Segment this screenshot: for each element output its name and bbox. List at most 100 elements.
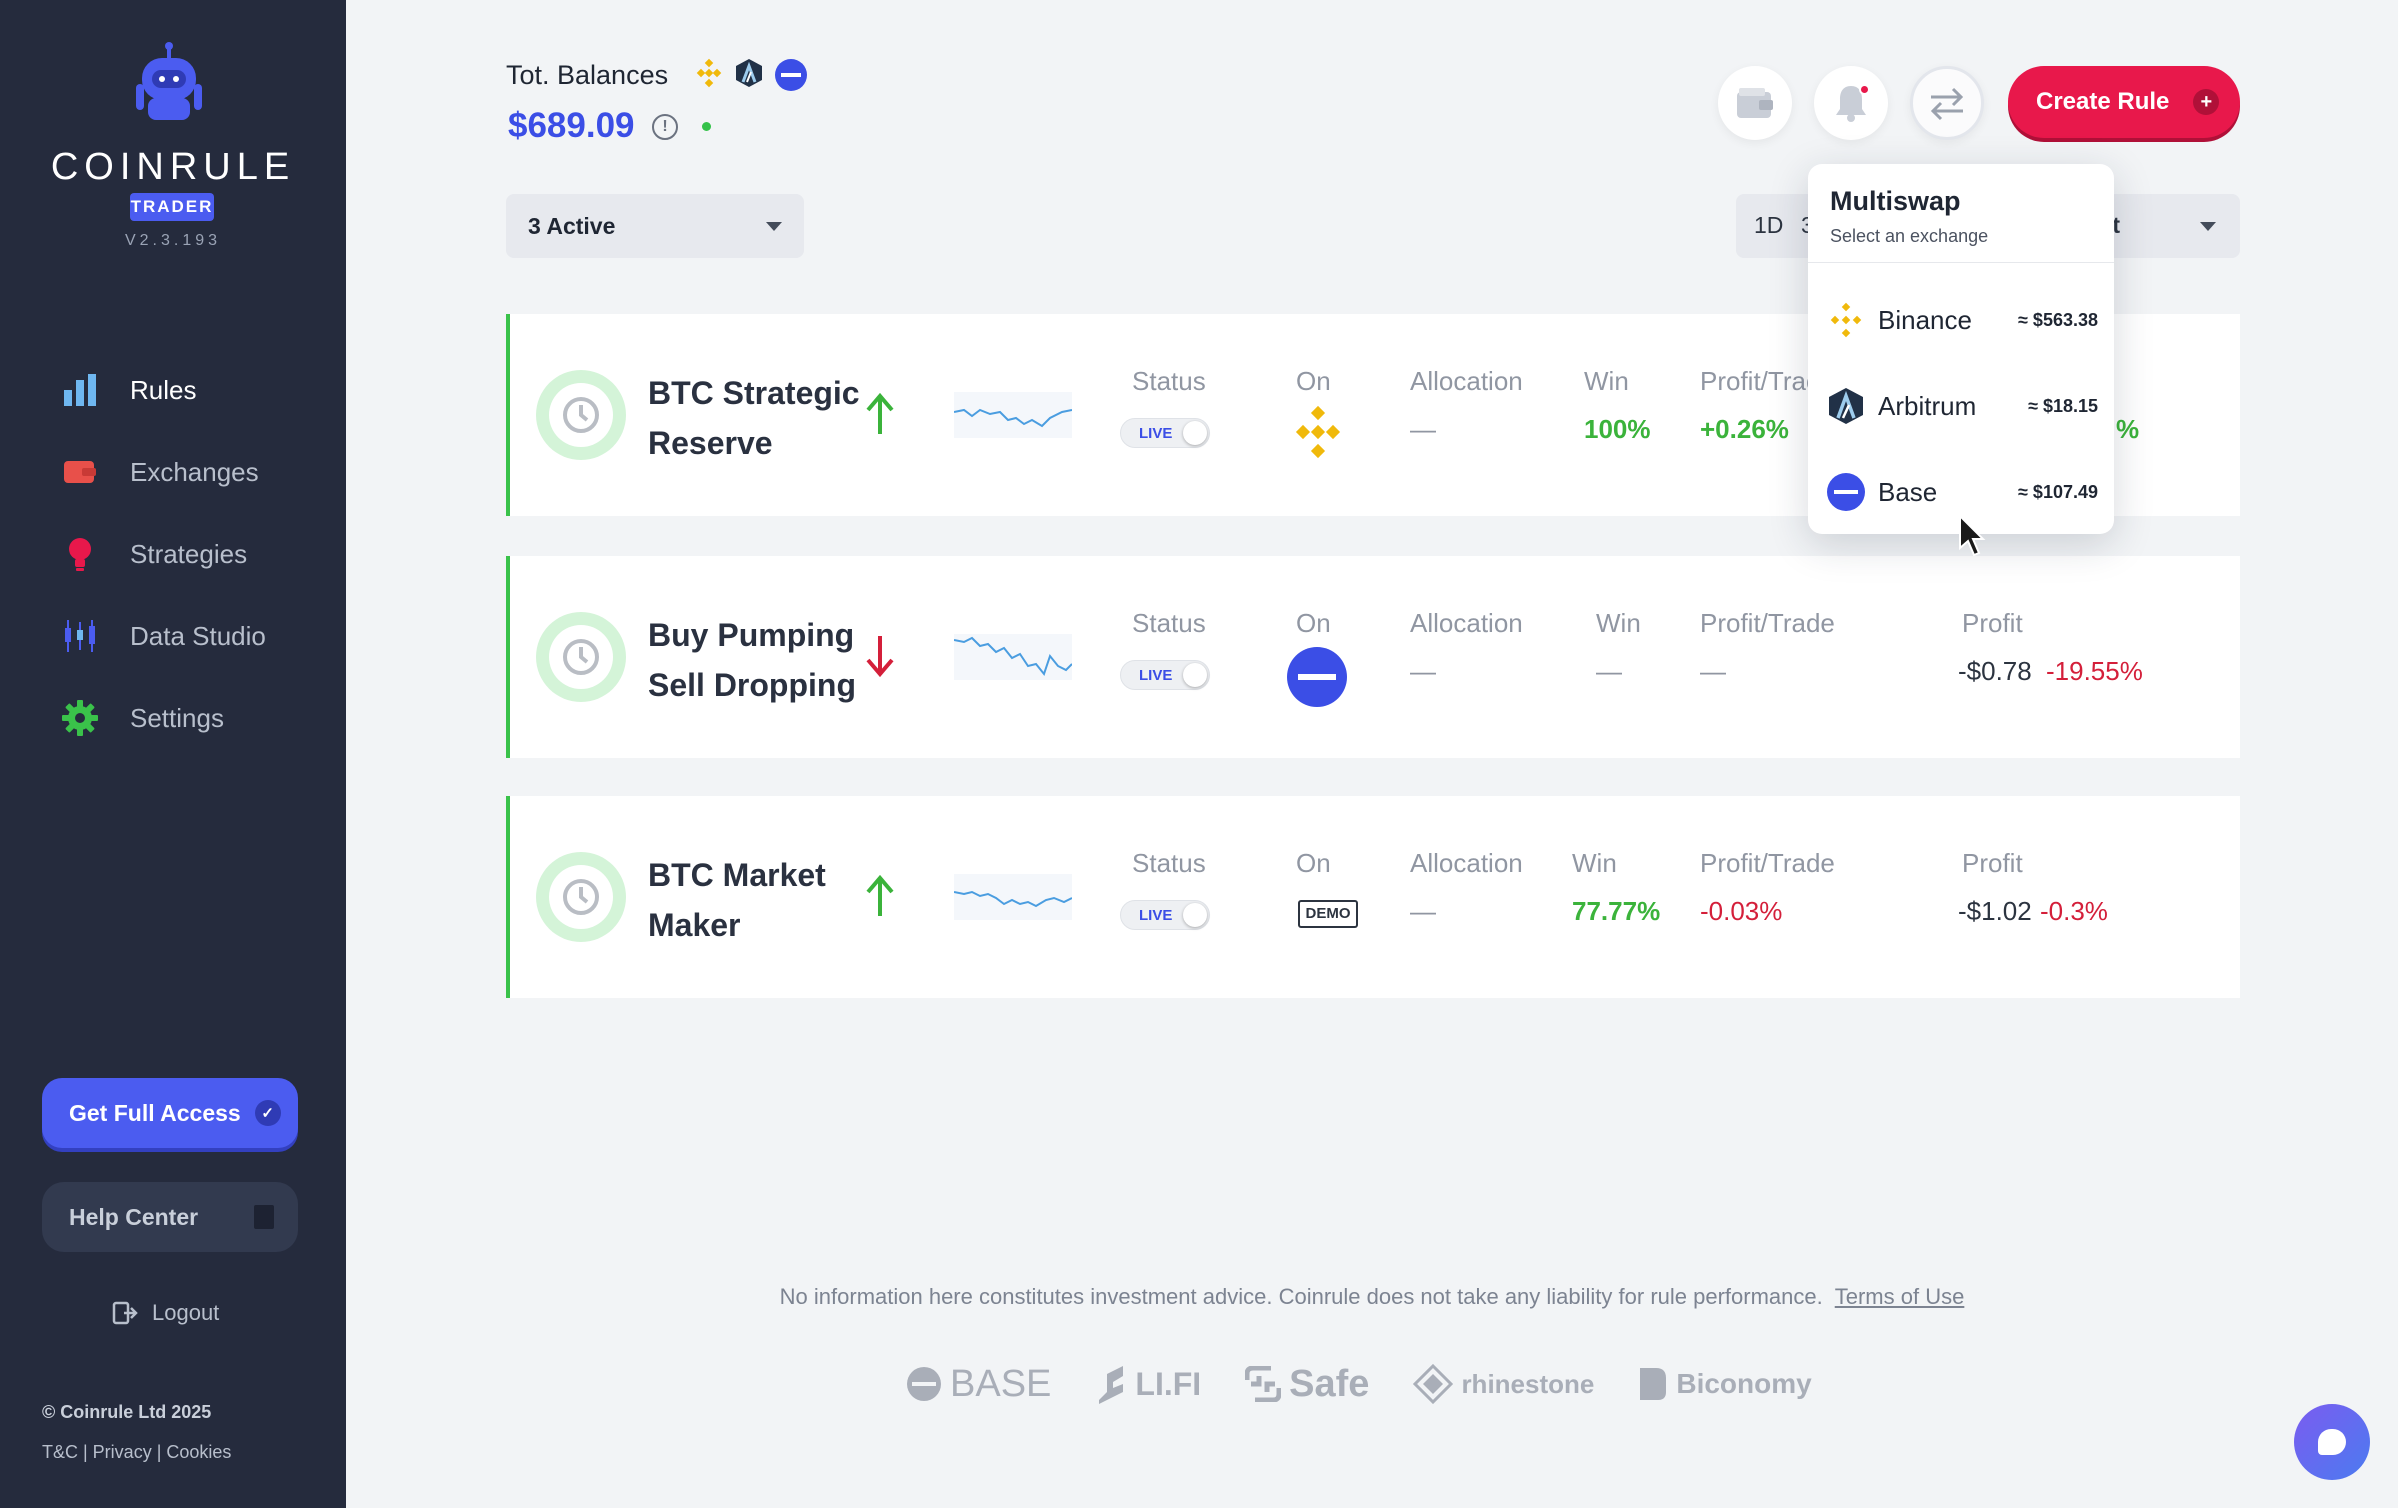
book-icon: [254, 1205, 274, 1229]
bar-chart-icon: [62, 372, 98, 408]
rule-toggle[interactable]: LIVE: [1120, 900, 1210, 930]
chat-support-button[interactable]: [2294, 1404, 2370, 1480]
profit-trade-header: Profit/Trade: [1700, 848, 1835, 879]
nav-item-rules[interactable]: Rules: [62, 370, 196, 410]
profit-pct-value: -19.55%: [2046, 656, 2143, 687]
multiswap-option-base[interactable]: Base ≈ $107.49: [1826, 468, 2098, 516]
win-header: Win: [1572, 848, 1617, 879]
rule-card[interactable]: Buy Pumping Sell Dropping Status LIVE On…: [506, 556, 2240, 758]
allocation-value: —: [1410, 414, 1436, 445]
plus-icon: +: [2193, 89, 2219, 115]
on-header: On: [1296, 848, 1331, 879]
arrow-down-icon: [862, 634, 898, 678]
legal-links[interactable]: T&C | Privacy | Cookies: [42, 1442, 231, 1463]
copyright: © Coinrule Ltd 2025: [42, 1402, 211, 1423]
live-label: LIVE: [1139, 907, 1172, 924]
wallet-button[interactable]: [1718, 66, 1792, 140]
rule-card[interactable]: BTC Market Maker Status LIVE On DEMO All…: [506, 796, 2240, 998]
balance-exchange-icons: [694, 58, 808, 92]
profit-trade-value: +0.26%: [1700, 414, 1789, 445]
nav-item-data-studio[interactable]: Data Studio: [62, 616, 266, 656]
robot-logo-icon: [136, 40, 202, 130]
multiswap-button[interactable]: [1910, 66, 1984, 140]
nav-item-strategies[interactable]: Strategies: [62, 534, 247, 574]
rule-toggle[interactable]: LIVE: [1120, 660, 1210, 690]
partner-name: LI.FI: [1135, 1366, 1201, 1403]
arrow-up-icon: [862, 874, 898, 918]
get-full-access-button[interactable]: Get Full Access ✓: [42, 1078, 298, 1148]
profit-pct-partial: %: [2116, 414, 2139, 445]
exchange-name: Arbitrum: [1878, 391, 2028, 422]
arbitrum-icon: [1826, 386, 1866, 426]
allocation-header: Allocation: [1410, 608, 1523, 639]
partner-lifi: LI.FI: [1095, 1364, 1201, 1404]
sparkline-chart: [954, 392, 1072, 438]
multiswap-subtitle: Select an exchange: [1830, 226, 1988, 247]
info-icon[interactable]: !: [652, 114, 678, 140]
status-header: Status: [1132, 366, 1206, 397]
check-icon: ✓: [255, 1100, 281, 1126]
exchange-name: Base: [1878, 477, 2018, 508]
terms-of-use-link[interactable]: Terms of Use: [1835, 1284, 1965, 1309]
profit-trade-header: Profit/Trac: [1700, 366, 1819, 397]
win-header: Win: [1596, 608, 1641, 639]
live-label: LIVE: [1139, 667, 1172, 684]
exchange-balance: ≈ $563.38: [2018, 310, 2098, 331]
exchange-name: Binance: [1878, 305, 2018, 336]
disclaimer-text: No information here constitutes investme…: [780, 1284, 1823, 1309]
partner-base: BASE: [906, 1363, 1051, 1406]
clock-icon: [561, 637, 601, 677]
range-1d-option[interactable]: 1D: [1754, 212, 1783, 239]
status-header: Status: [1132, 608, 1206, 639]
help-center-button[interactable]: Help Center: [42, 1182, 298, 1252]
multiswap-option-arbitrum[interactable]: Arbitrum ≈ $18.15: [1826, 382, 2098, 430]
brand-name: COINRULE: [0, 146, 346, 189]
create-rule-label: Create Rule: [2036, 88, 2169, 116]
lightbulb-icon: [62, 536, 98, 572]
rule-name[interactable]: BTC Market Maker: [648, 850, 868, 950]
notifications-button[interactable]: [1814, 66, 1888, 140]
profit-abs-value: -$1.02: [1958, 896, 2032, 927]
help-center-label: Help Center: [69, 1204, 198, 1231]
binance-icon: [1290, 404, 1346, 460]
partner-logos: BASE LI.FI Safe rhinestone Biconomy: [906, 1358, 1812, 1410]
rule-name[interactable]: Buy Pumping Sell Dropping: [648, 610, 868, 710]
chevron-down-icon[interactable]: [2200, 222, 2216, 231]
divider: [1808, 262, 2114, 263]
active-filter-select[interactable]: 3 Active: [506, 194, 804, 258]
total-balances-label: Tot. Balances: [506, 60, 668, 91]
base-icon: [774, 58, 808, 92]
mouse-cursor-icon: [1958, 514, 1986, 558]
status-header: Status: [1132, 848, 1206, 879]
create-rule-button[interactable]: Create Rule +: [2008, 66, 2240, 138]
base-icon: [1826, 472, 1866, 512]
nav-item-settings[interactable]: Settings: [62, 698, 224, 738]
profit-trade-value: -0.03%: [1700, 896, 1782, 927]
on-header: On: [1296, 608, 1331, 639]
nav-item-label: Strategies: [130, 539, 247, 570]
exchange-balance: ≈ $18.15: [2028, 396, 2098, 417]
base-logo-icon: [906, 1366, 942, 1402]
nav-item-label: Exchanges: [130, 457, 259, 488]
demo-badge: DEMO: [1298, 900, 1358, 928]
partner-rhinestone: rhinestone: [1413, 1364, 1594, 1404]
nav-item-exchanges[interactable]: Exchanges: [62, 452, 259, 492]
partner-name: rhinestone: [1461, 1369, 1594, 1400]
nav-item-label: Rules: [130, 375, 196, 406]
partner-safe: Safe: [1245, 1363, 1369, 1406]
binance-icon: [694, 58, 724, 88]
on-header: On: [1296, 366, 1331, 397]
live-label: LIVE: [1139, 425, 1172, 442]
partner-name: BASE: [950, 1363, 1051, 1406]
sidebar: COINRULE TRADER V2.3.193 Rules Exchanges…: [0, 0, 346, 1508]
gear-icon: [62, 700, 98, 736]
win-value: —: [1596, 656, 1622, 687]
clock-icon: [561, 877, 601, 917]
full-access-label: Get Full Access: [69, 1100, 241, 1127]
multiswap-option-binance[interactable]: Binance ≈ $563.38: [1826, 296, 2098, 344]
partner-name: Biconomy: [1676, 1368, 1811, 1400]
rule-name[interactable]: BTC Strategic Reserve: [648, 368, 868, 468]
chevron-down-icon: [766, 222, 782, 231]
rule-toggle[interactable]: LIVE: [1120, 418, 1210, 448]
exchange-balance: ≈ $107.49: [2018, 482, 2098, 503]
